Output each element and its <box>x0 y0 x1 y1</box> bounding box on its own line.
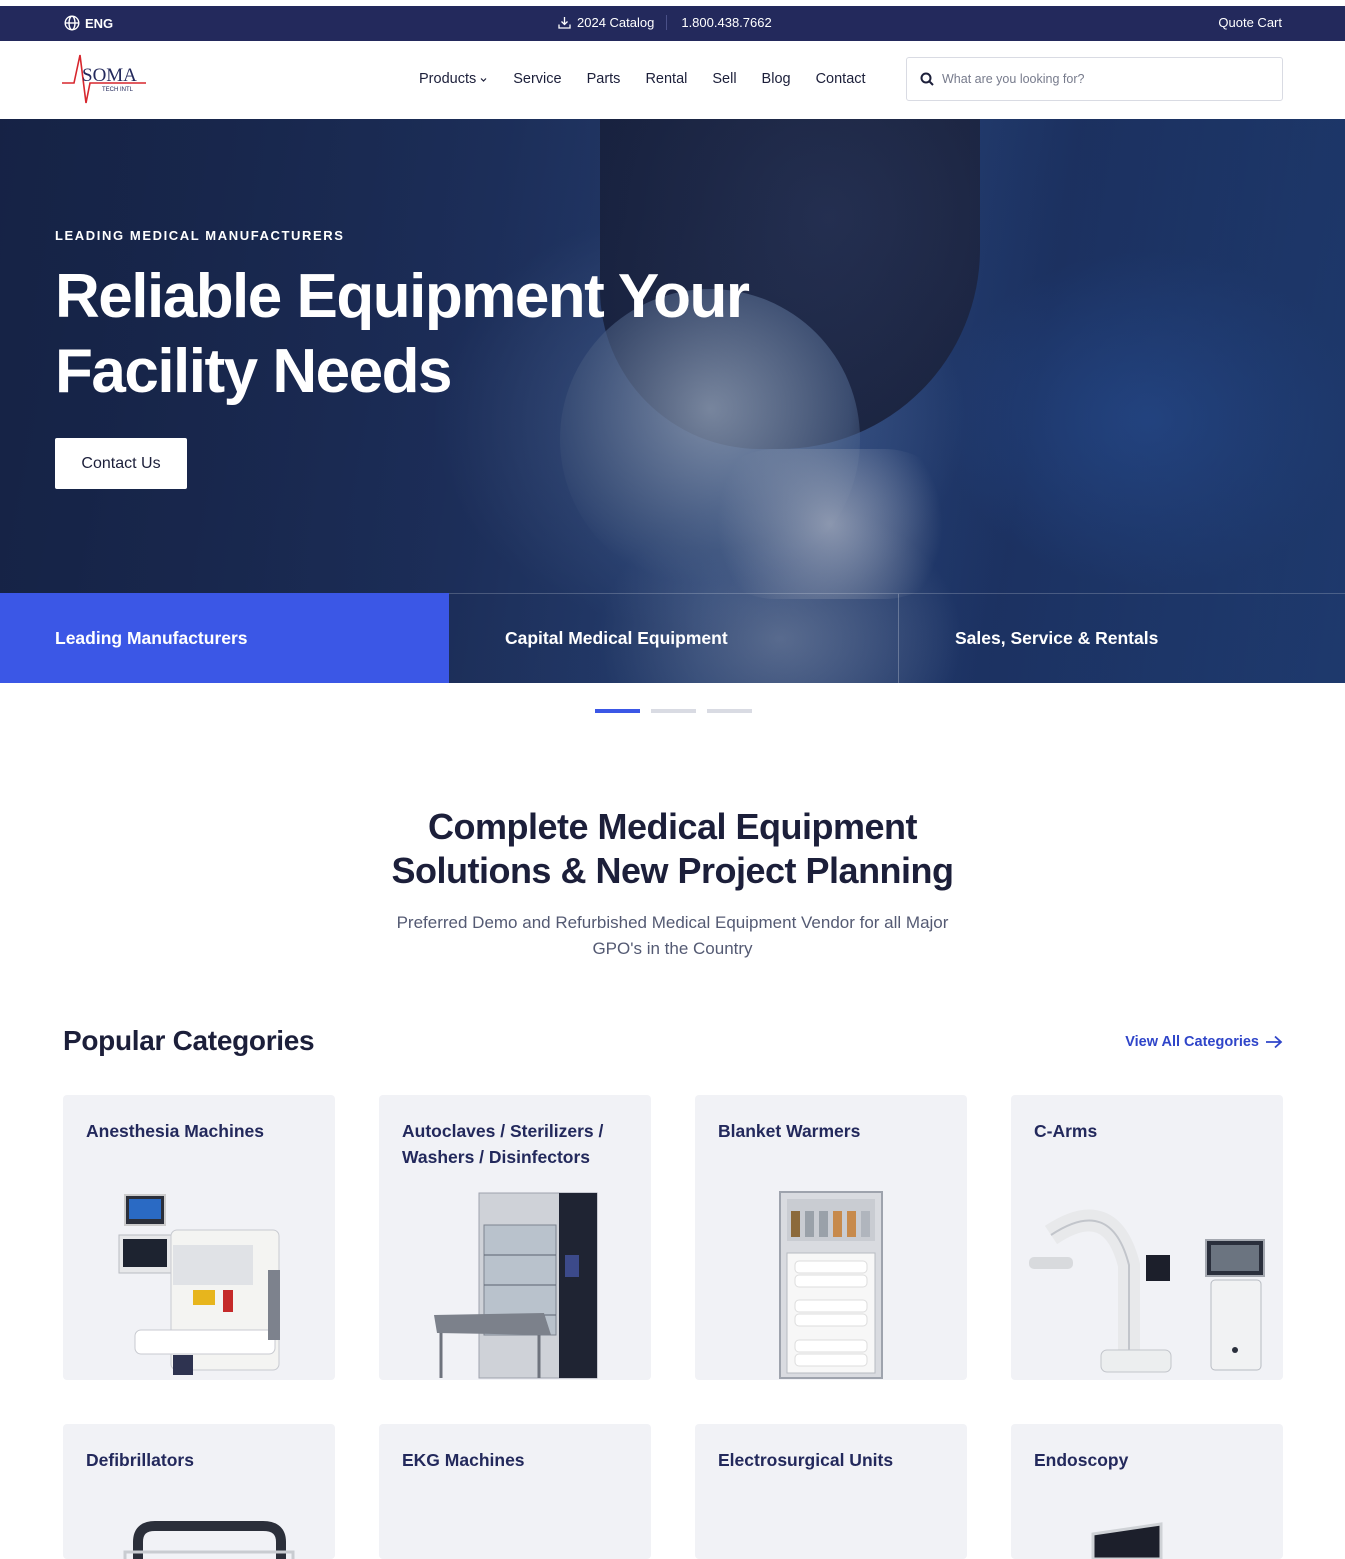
arrow-right-icon <box>1266 1035 1283 1049</box>
site-header: SOMA TECH INTL Products Service Parts Re… <box>0 41 1345 119</box>
nav-products-label: Products <box>419 71 477 87</box>
search-icon[interactable] <box>920 72 934 86</box>
category-title: Defibrillators <box>86 1450 194 1470</box>
category-title: Autoclaves / Sterilizers / Washers / Dis… <box>402 1121 604 1167</box>
language-selector[interactable]: ENG <box>64 15 113 31</box>
hero-tab-leading-manufacturers[interactable]: Leading Manufacturers <box>0 593 449 683</box>
slide-indicator-3[interactable] <box>707 709 752 713</box>
popular-categories-heading: Popular Categories <box>63 1025 315 1056</box>
category-card-c-arms[interactable]: C-Arms <box>1011 1095 1283 1380</box>
endoscopy-tower-image <box>1091 1522 1163 1559</box>
quote-cart-link[interactable]: Quote Cart <box>1218 15 1282 30</box>
nav-rental[interactable]: Rental <box>645 71 687 87</box>
hero-tab-capital-medical-equipment[interactable]: Capital Medical Equipment <box>449 593 899 683</box>
category-title: Anesthesia Machines <box>86 1121 264 1141</box>
intro-heading-line1: Complete Medical Equipment <box>427 806 918 847</box>
category-card-defibrillators[interactable]: Defibrillators <box>63 1424 335 1559</box>
category-card-ekg-machines[interactable]: EKG Machines <box>379 1424 651 1559</box>
category-card-endoscopy[interactable]: Endoscopy <box>1011 1424 1283 1559</box>
hero-tab-sales-service-rentals[interactable]: Sales, Service & Rentals <box>899 593 1345 683</box>
category-card-blanket-warmers[interactable]: Blanket Warmers <box>695 1095 967 1380</box>
intro-heading-line2: Solutions & New Project Planning <box>391 850 954 891</box>
view-all-categories-link[interactable]: View All Categories <box>1125 1034 1283 1050</box>
category-card-anesthesia-machines[interactable]: Anesthesia Machines <box>63 1095 335 1380</box>
main-nav: Products Service Parts Rental Sell Blog … <box>419 71 891 87</box>
category-title: Blanket Warmers <box>718 1121 861 1141</box>
download-icon <box>558 17 571 29</box>
category-card-electrosurgical-units[interactable]: Electrosurgical Units <box>695 1424 967 1559</box>
search-input[interactable] <box>942 72 1262 86</box>
category-title: Electrosurgical Units <box>718 1450 894 1470</box>
hero-banner: LEADING MEDICAL MANUFACTURERS Reliable E… <box>0 119 1345 683</box>
slide-indicator-1[interactable] <box>595 709 640 713</box>
catalog-download-link[interactable]: 2024 Catalog <box>558 15 668 30</box>
category-title: EKG Machines <box>402 1450 525 1470</box>
view-all-label: View All Categories <box>1125 1034 1259 1050</box>
contact-us-button[interactable]: Contact Us <box>55 438 187 489</box>
slide-indicator-2[interactable] <box>651 709 696 713</box>
nav-parts[interactable]: Parts <box>587 71 621 87</box>
nav-blog[interactable]: Blog <box>762 71 791 87</box>
chevron-down-icon <box>480 77 487 82</box>
intro-heading: Complete Medical Equipment Solutions & N… <box>0 805 1345 893</box>
category-title: Endoscopy <box>1034 1450 1129 1470</box>
hero-tabs: Leading Manufacturers Capital Medical Eq… <box>0 593 1345 683</box>
category-title: C-Arms <box>1034 1121 1098 1141</box>
top-bar: ENG 2024 Catalog 1.800.438.7662 Quote Ca… <box>0 6 1345 41</box>
intro-subtitle: Preferred Demo and Refurbished Medical E… <box>396 913 949 958</box>
logo-mark: SOMA TECH INTL <box>62 54 146 104</box>
hero-title: Reliable Equipment Your Facility Needs <box>55 262 750 406</box>
nav-contact[interactable]: Contact <box>816 71 866 87</box>
search-box <box>906 57 1283 101</box>
catalog-label: 2024 Catalog <box>577 15 655 30</box>
phone-link[interactable]: 1.800.438.7662 <box>667 15 771 30</box>
logo-wordmark: SOMA <box>82 65 137 86</box>
hero-eyebrow: LEADING MEDICAL MANUFACTURERS <box>55 228 345 243</box>
category-card-autoclaves[interactable]: Autoclaves / Sterilizers / Washers / Dis… <box>379 1095 651 1380</box>
logo-subtext: TECH INTL <box>102 87 134 93</box>
nav-sell[interactable]: Sell <box>712 71 736 87</box>
nav-products[interactable]: Products <box>419 71 488 87</box>
defibrillator-image <box>123 1521 295 1559</box>
globe-icon <box>64 15 80 31</box>
nav-service[interactable]: Service <box>513 71 561 87</box>
language-label: ENG <box>85 15 114 31</box>
soma-logo[interactable]: SOMA TECH INTL <box>62 53 152 107</box>
slider-pagination <box>595 709 752 713</box>
